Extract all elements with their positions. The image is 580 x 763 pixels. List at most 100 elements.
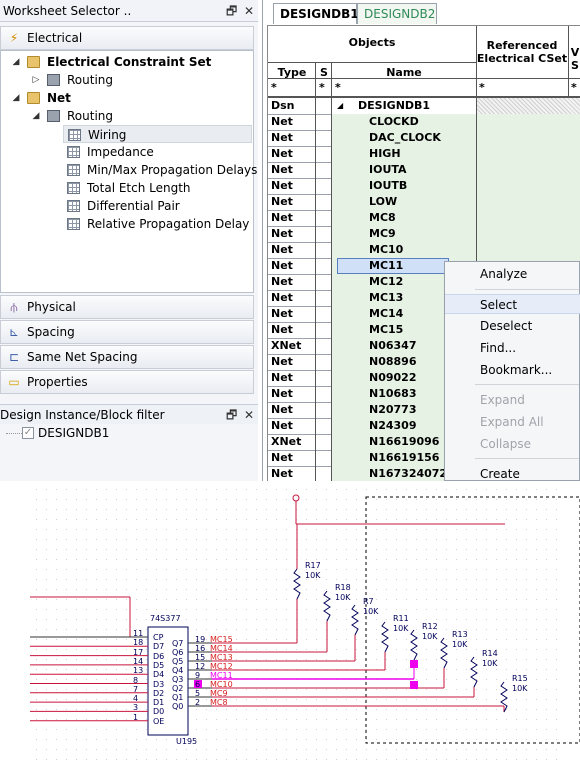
tree-item-propagation-delays[interactable]: Min/Max Propagation Delays (63, 161, 257, 179)
grid-dot (556, 499, 557, 500)
name-cell[interactable]: MC9 (369, 226, 396, 242)
grid-dot (416, 689, 417, 690)
grid-dot (76, 689, 77, 690)
collapse-arrow-icon[interactable]: ◢ (11, 53, 21, 71)
name-cell[interactable]: MC10 (369, 242, 403, 258)
grid-dot (536, 489, 537, 490)
grid-dot (126, 509, 127, 510)
expand-arrow-icon[interactable]: ▷ (31, 71, 41, 89)
grid-dot (416, 539, 417, 540)
name-cell[interactable]: IOUTA (369, 162, 407, 178)
grid-dot (406, 669, 407, 670)
grid-dot (206, 649, 207, 650)
grid-dot (436, 709, 437, 710)
cset-filter[interactable]: * (479, 80, 485, 96)
name-cell[interactable]: N06347 (369, 338, 416, 354)
menu-item-find[interactable]: Find... (445, 338, 580, 358)
tab-designdb2[interactable]: DESIGNDB2 (357, 3, 437, 24)
tree-item-impedance[interactable]: Impedance (63, 143, 252, 161)
float-window-icon[interactable]: 🗗 (226, 405, 237, 425)
tree-item-wiring[interactable]: Wiring (63, 125, 252, 143)
electrical-section-bar[interactable]: ⚡ Electrical (0, 26, 254, 50)
tree-item-total-etch-length[interactable]: Total Etch Length (63, 179, 252, 197)
name-cell[interactable]: N08896 (369, 354, 416, 370)
name-cell[interactable]: MC13 (369, 290, 403, 306)
grid-dot (426, 689, 427, 690)
collapse-arrow-icon[interactable]: ◢ (31, 107, 41, 125)
grid-dot (236, 729, 237, 730)
grid-dot (316, 709, 317, 710)
grid-dot (556, 569, 557, 570)
schematic-canvas[interactable]: 74S377 U195 11 CP 18 D7 17 D6 14 D5 13 D4 8 D3 7 D2 4 D1 3… (0, 481, 580, 763)
tree-item-net-routing[interactable]: ◢ Routing (1, 107, 253, 125)
physical-section-bar[interactable]: ⫛ Physical (0, 295, 254, 319)
float-window-icon[interactable]: 🗗 (226, 0, 237, 22)
name-cell[interactable]: N10683 (369, 386, 416, 402)
tree-item-relative-propagation-delay[interactable]: Relative Propagation Delay (63, 215, 252, 233)
name-cell[interactable]: N24309 (369, 418, 416, 434)
name-cell[interactable]: LOW (369, 194, 397, 210)
name-filter[interactable]: * (335, 80, 341, 96)
same-net-spacing-section-bar[interactable]: ⊏ Same Net Spacing (0, 345, 254, 369)
grid-dot (456, 729, 457, 730)
name-cell[interactable]: CLOCKD (369, 114, 419, 130)
name-cell[interactable]: MC15 (369, 322, 403, 338)
name-cell[interactable]: N167324072 (369, 466, 447, 481)
grid-dot (146, 719, 147, 720)
name-cell[interactable]: DESIGNDB1 (358, 98, 430, 114)
name-cell[interactable]: MC11 (369, 258, 403, 274)
grid-dot (246, 649, 247, 650)
name-cell[interactable]: IOUTB (369, 178, 407, 194)
clipped-header-line-2: S (571, 59, 579, 72)
grid-dot (486, 759, 487, 760)
name-cell[interactable]: MC8 (369, 210, 396, 226)
grid-dot (296, 729, 297, 730)
s-filter[interactable]: * (319, 80, 325, 96)
menu-item-analyze[interactable]: Analyze (445, 264, 580, 284)
grid-dot (426, 609, 427, 610)
grid-dot (486, 559, 487, 560)
type-filter[interactable]: * (271, 80, 277, 96)
spacing-section-bar[interactable]: ⊾ Spacing (0, 320, 254, 344)
menu-item-deselect[interactable]: Deselect (445, 316, 580, 336)
grid-dot (326, 489, 327, 490)
grid-dot (196, 729, 197, 730)
checkbox[interactable]: ✓ (22, 427, 34, 439)
collapse-arrow-icon[interactable]: ◢ (11, 89, 21, 107)
name-cell[interactable]: N16619096 (369, 434, 439, 450)
collapse-arrow-icon[interactable]: ◢ (337, 98, 343, 114)
grid-dot (76, 589, 77, 590)
close-icon[interactable]: ✕ (244, 0, 254, 22)
tree-item-constraint-set[interactable]: ◢ Electrical Constraint Set (1, 53, 253, 71)
clipped-filter[interactable]: * (571, 80, 577, 96)
tree-item-net[interactable]: ◢ Net (1, 89, 253, 107)
grid-dot (376, 549, 377, 550)
grid-dot (266, 539, 267, 540)
name-cell[interactable]: N20773 (369, 402, 416, 418)
tree-item-differential-pair[interactable]: Differential Pair (63, 197, 252, 215)
name-cell[interactable]: MC14 (369, 306, 403, 322)
name-cell[interactable]: MC12 (369, 274, 403, 290)
name-cell[interactable]: DAC_CLOCK (369, 130, 441, 146)
name-cell[interactable]: N16619156 (369, 450, 439, 466)
menu-item-select[interactable]: Select (445, 294, 580, 314)
tab-designdb1[interactable]: DESIGNDB1 (273, 3, 359, 24)
type-cell: Net (271, 163, 293, 176)
grid-dot (166, 499, 167, 500)
grid-dot (476, 719, 477, 720)
grid-dot (396, 519, 397, 520)
grid-dot (446, 539, 447, 540)
type-cell: Net (271, 275, 293, 288)
grid-dot (526, 579, 527, 580)
close-icon[interactable]: ✕ (244, 405, 254, 425)
grid-dot (206, 639, 207, 640)
name-cell[interactable]: N09022 (369, 370, 416, 386)
menu-item-bookmark[interactable]: Bookmark... (445, 360, 580, 380)
tree-item-constraint-routing[interactable]: ▷ Routing (1, 71, 253, 89)
grid-dot (376, 509, 377, 510)
grid-dot (496, 519, 497, 520)
pin-number: 12 (195, 662, 206, 671)
name-cell[interactable]: HIGH (369, 146, 401, 162)
filter-item-designdb1[interactable]: ✓ DESIGNDB1 (6, 424, 109, 442)
properties-section-bar[interactable]: ▭ Properties (0, 370, 254, 394)
